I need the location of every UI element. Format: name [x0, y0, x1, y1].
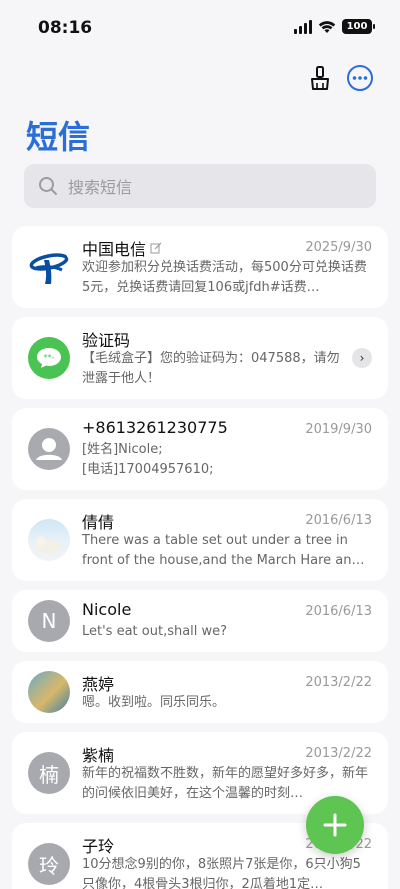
status-time: 08:16 [38, 18, 93, 38]
edit-icon [150, 242, 162, 254]
svg-text:**-: **- [44, 353, 55, 362]
conversation-name: 燕婷 [82, 675, 115, 694]
conversation-preview: Let's eat out,shall we? [82, 624, 228, 639]
top-actions [306, 64, 374, 92]
search-icon [39, 177, 57, 195]
conversation-name: 倩倩 [82, 513, 115, 532]
more-options-icon[interactable] [346, 64, 374, 92]
contact-placeholder-icon [28, 428, 70, 470]
search-input[interactable]: 搜索短信 [24, 164, 376, 208]
chevron-right-icon[interactable]: › [352, 348, 372, 368]
signal-icon [294, 19, 312, 34]
avatar-letter: N [28, 600, 70, 642]
clean-brush-icon[interactable] [306, 64, 334, 92]
plus-icon [323, 813, 347, 837]
status-icons: 100 [294, 19, 375, 34]
conversation-name: Nicole [82, 600, 132, 619]
conversation-preview: 【毛绒盒子】您的验证码为：047588，请勿泄露于他人！ [82, 351, 340, 386]
conversation-date: 2013/2/22 [305, 746, 372, 761]
avatar-letter: 楠 [28, 752, 70, 794]
status-bar: 08:16 100 [0, 0, 400, 56]
conversation-item[interactable]: 倩倩 2016/6/13 There was a table set out u… [12, 499, 388, 581]
conversation-item[interactable]: **- 验证码 【毛绒盒子】您的验证码为：047588，请勿泄露于他人！ › [12, 317, 388, 399]
conversation-date: 2016/6/13 [305, 513, 372, 528]
conversation-name: 子玲 [82, 837, 115, 856]
conversation-name: 验证码 [82, 331, 131, 350]
conversation-name: 中国电信 [82, 236, 162, 260]
battery-icon: 100 [342, 19, 375, 34]
conversation-preview: 嗯。收到啦。同乐同乐。 [82, 695, 226, 710]
conversation-item[interactable]: 燕婷 2013/2/22 嗯。收到啦。同乐同乐。 [12, 661, 388, 723]
conversation-preview: 欢迎参加积分兑换话费活动，每500分可兑换话费5元，兑换话费请回复106或jfd… [82, 260, 367, 295]
conversation-preview: 10分想念9别的你，8张照片7张是你，6只小狗5只像你，4根骨头3根归你，2瓜着… [82, 857, 361, 889]
conversation-item[interactable]: 中国电信 2025/9/30 欢迎参加积分兑换话费活动，每500分可兑换话费5元… [12, 226, 388, 308]
conversation-preview: [姓名]Nicole; [电话]17004957610; [82, 442, 214, 477]
wifi-icon [318, 20, 336, 33]
conversation-item[interactable]: N Nicole 2016/6/13 Let's eat out,shall w… [12, 590, 388, 652]
conversation-item[interactable]: +8613261230775 2019/9/30 [姓名]Nicole; [电话… [12, 408, 388, 490]
conversation-date: 2013/2/22 [305, 675, 372, 690]
search-placeholder: 搜索短信 [68, 178, 133, 197]
conversation-list: 中国电信 2025/9/30 欢迎参加积分兑换话费活动，每500分可兑换话费5元… [12, 226, 388, 889]
china-telecom-logo-icon [28, 246, 70, 288]
conversation-name: 紫楠 [82, 746, 115, 765]
page-title: 短信 [26, 118, 91, 156]
conversation-preview: There was a table set out under a tree i… [82, 533, 365, 568]
conversation-date: 2016/6/13 [305, 604, 372, 619]
avatar-image [28, 671, 70, 713]
conversation-date: 2019/9/30 [305, 422, 372, 437]
avatar-image [28, 519, 70, 561]
conversation-date: 2025/9/30 [305, 240, 372, 255]
conversation-name: +8613261230775 [82, 418, 228, 437]
verification-code-icon: **- [28, 337, 70, 379]
new-message-button[interactable] [306, 796, 364, 854]
avatar-letter: 玲 [28, 843, 70, 885]
